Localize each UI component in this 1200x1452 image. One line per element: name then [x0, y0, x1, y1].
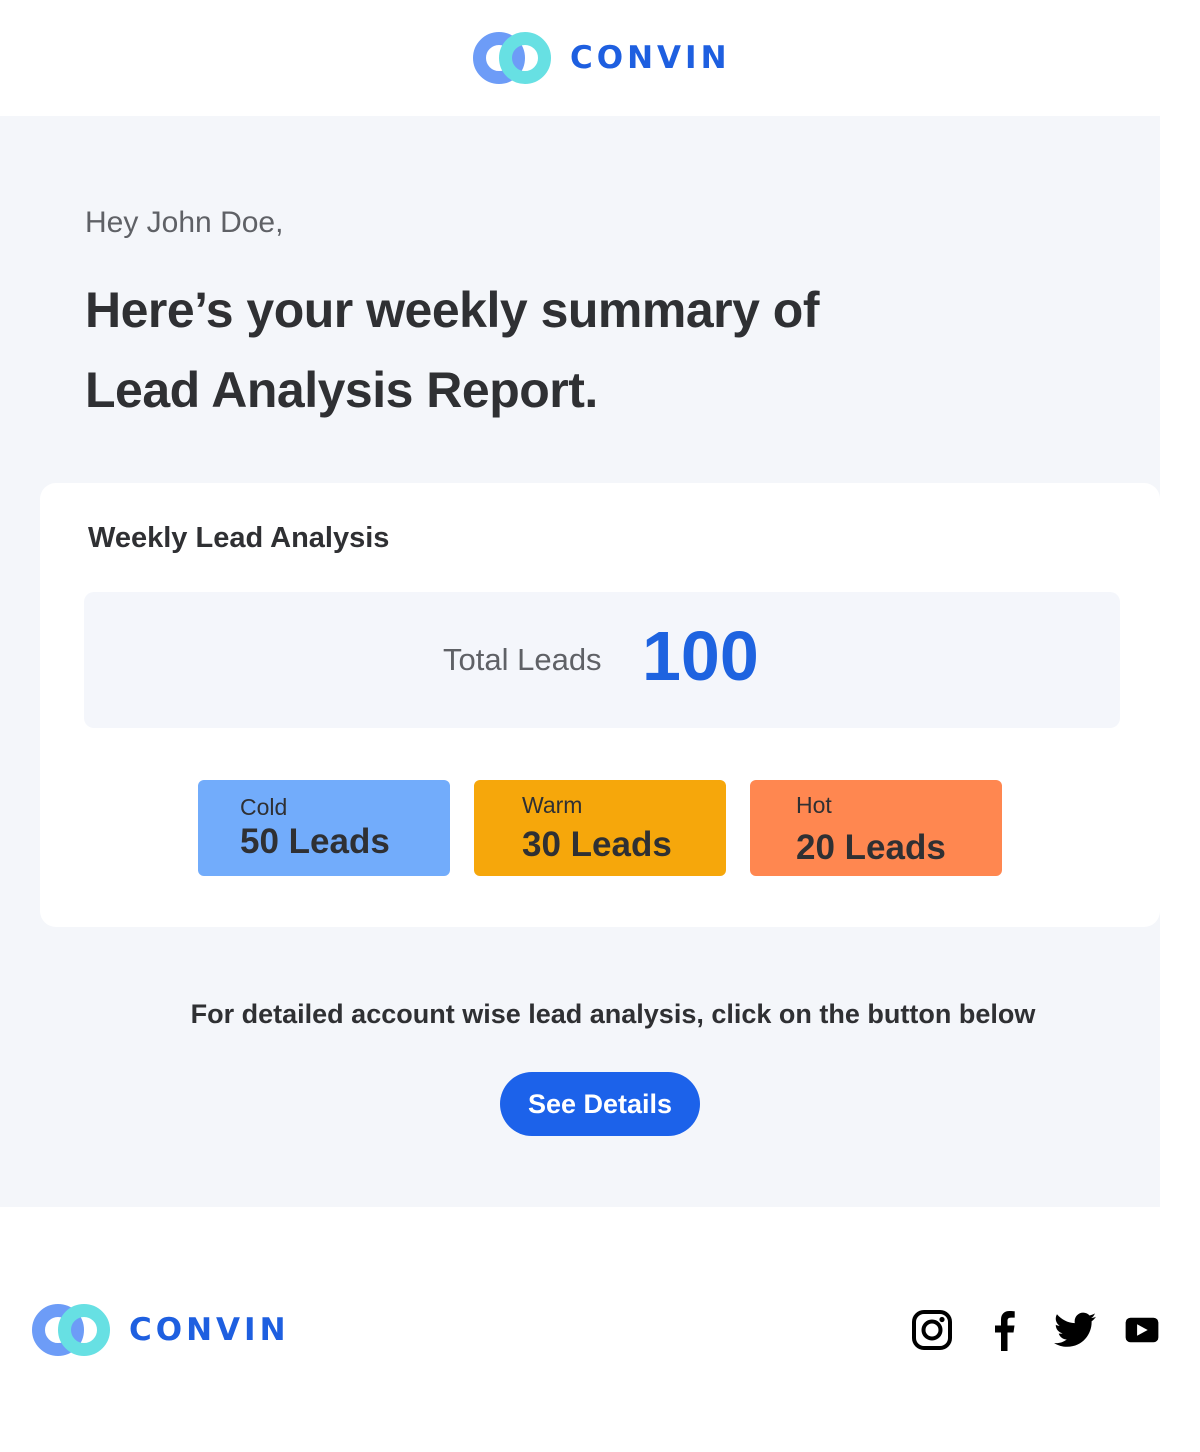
see-details-button[interactable]: See Details	[500, 1072, 700, 1136]
instagram-icon	[912, 1310, 952, 1350]
segment-hot: Hot 20 Leads	[750, 780, 1002, 876]
segment-label: Cold	[240, 794, 288, 820]
headline-line-1: Here’s your weekly summary of	[85, 282, 820, 338]
segment-label: Warm	[522, 792, 583, 818]
headline: Here’s your weekly summary of Lead Analy…	[85, 270, 985, 430]
facebook-link[interactable]	[982, 1308, 1026, 1352]
total-leads-value: 100	[642, 617, 759, 695]
facebook-icon	[995, 1311, 1015, 1351]
logo-wordmark: CONVIN	[570, 40, 731, 76]
total-leads-box	[84, 592, 1120, 728]
cta-text: For detailed account wise lead analysis,…	[190, 999, 1036, 1029]
segment-label: Hot	[796, 792, 832, 818]
instagram-link[interactable]	[910, 1308, 954, 1352]
headline-line-2: Lead Analysis Report.	[85, 362, 598, 418]
segment-warm: Warm 30 Leads	[474, 780, 726, 876]
card-title: Weekly Lead Analysis	[88, 522, 390, 554]
greeting: Hey John Doe,	[85, 206, 284, 239]
segment-value: 30 Leads	[522, 825, 672, 864]
convin-logo-icon	[472, 31, 552, 85]
twitter-link[interactable]	[1053, 1308, 1097, 1352]
total-leads-label: Total Leads	[443, 642, 602, 677]
convin-logo-icon	[31, 1303, 111, 1357]
header-logo[interactable]: CONVIN	[472, 31, 731, 85]
segment-value: 50 Leads	[240, 822, 390, 861]
segment-value: 20 Leads	[796, 828, 946, 867]
twitter-icon	[1054, 1312, 1096, 1347]
logo-ring-cyan	[499, 32, 551, 84]
segment-cold: Cold 50 Leads	[198, 780, 450, 876]
youtube-icon	[1125, 1317, 1159, 1343]
logo-wordmark: CONVIN	[129, 1312, 290, 1348]
logo-ring-cyan	[58, 1304, 110, 1356]
footer-logo[interactable]: CONVIN	[31, 1303, 290, 1357]
youtube-link[interactable]	[1124, 1308, 1160, 1352]
